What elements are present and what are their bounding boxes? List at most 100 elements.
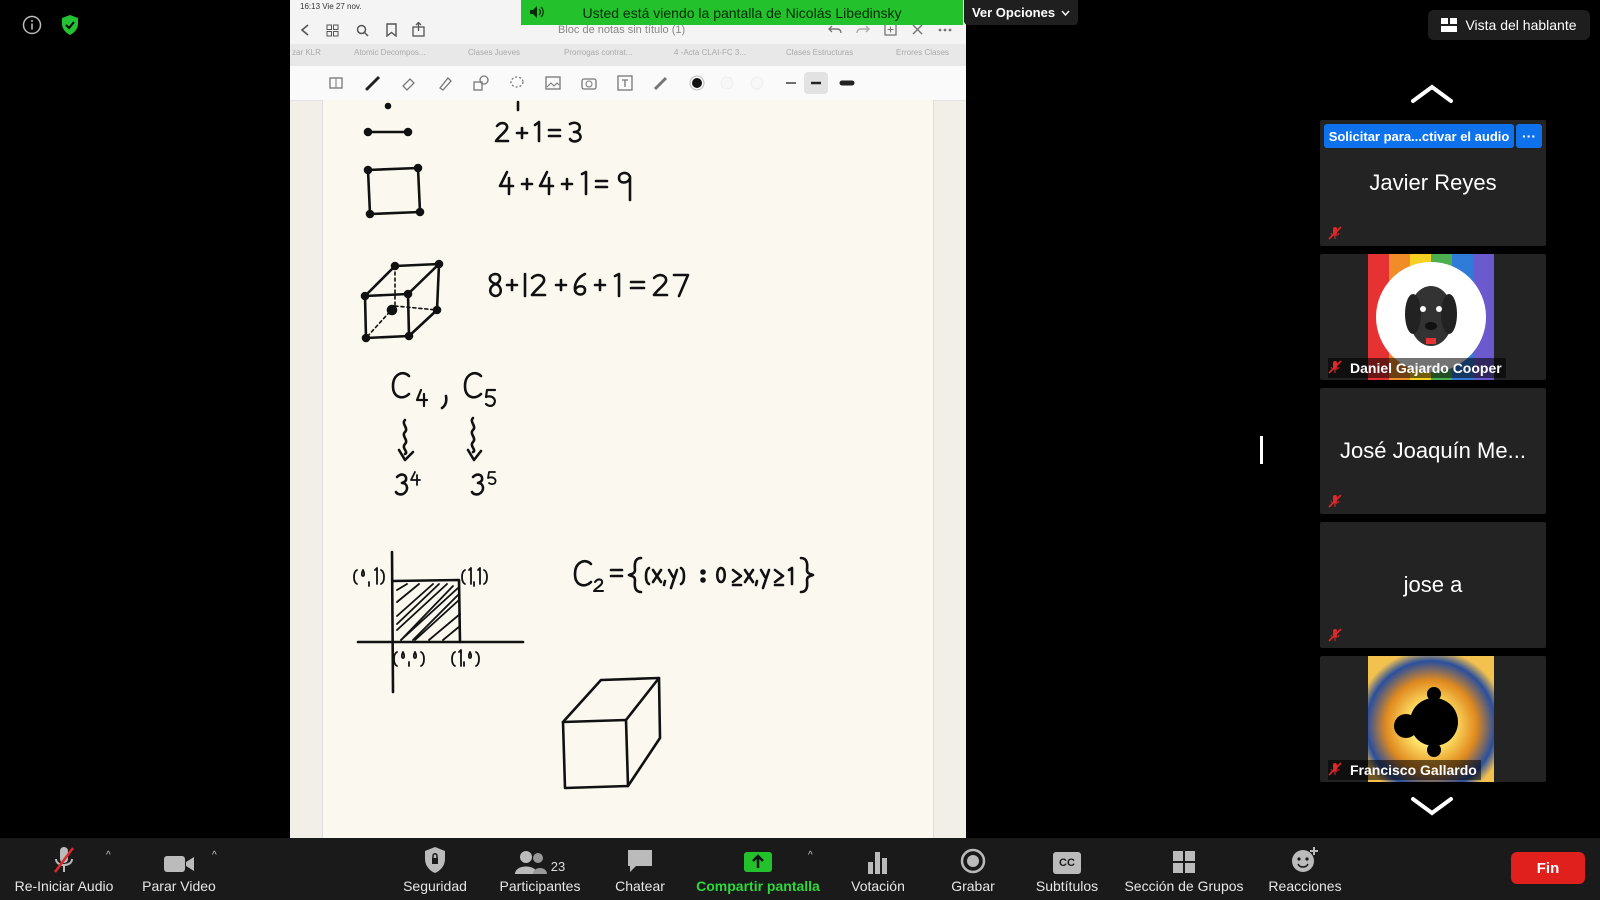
screen-share-banner: Usted está viendo la pantalla de Nicolás… <box>521 0 963 25</box>
notebook-title[interactable]: Bloc de notas sin título (1) <box>558 24 685 36</box>
stroke-thick-icon[interactable] <box>838 74 856 92</box>
notebook-page[interactable] <box>322 100 934 838</box>
more-icon[interactable] <box>938 28 952 32</box>
scroll-down-icon[interactable] <box>1410 796 1454 816</box>
scroll-up-icon[interactable] <box>1410 84 1454 104</box>
highlighter-icon[interactable] <box>436 74 454 92</box>
shield-check-icon[interactable] <box>55 10 85 40</box>
color-black-icon[interactable] <box>688 74 706 92</box>
back-icon[interactable] <box>300 24 310 36</box>
participant-tile[interactable]: Daniel Gajardo Cooper <box>1320 254 1546 380</box>
share-options-caret-icon[interactable]: ^ <box>808 850 813 861</box>
participants-icon <box>514 851 547 874</box>
poll-label: Votación <box>851 878 905 894</box>
ipad-tab[interactable]: Clases Estructuras <box>786 48 853 57</box>
end-meeting-button[interactable]: Fin <box>1511 852 1585 884</box>
muted-mic-icon <box>1328 360 1342 374</box>
stroke-thin-icon[interactable] <box>782 74 800 92</box>
participants-count: 23 <box>550 859 566 874</box>
breakout-rooms-label: Sección de Grupos <box>1124 878 1244 894</box>
participant-name: Javier Reyes <box>1369 170 1497 195</box>
participant-tile[interactable]: Solicitar para...ctivar el audio ··· Jav… <box>1320 120 1546 246</box>
ipad-tab-strip: zar KLR Atomic Decompos... Clases Jueves… <box>290 44 966 67</box>
ipad-tab[interactable]: zar KLR <box>292 48 321 57</box>
record-button[interactable]: Grabar <box>948 844 998 894</box>
shapes-icon[interactable] <box>472 74 490 92</box>
chevron-down-icon <box>1061 10 1070 16</box>
record-icon <box>960 848 986 874</box>
laser-pointer-icon[interactable] <box>652 74 670 92</box>
muted-mic-icon <box>1328 226 1342 240</box>
closed-captions-icon: CC <box>1053 852 1081 874</box>
stop-video-button[interactable]: Parar Video <box>136 844 222 894</box>
muted-mic-icon <box>1328 762 1342 776</box>
pen-icon[interactable] <box>364 74 382 92</box>
muted-mic-icon <box>1328 628 1342 642</box>
ipad-tab[interactable]: Clases Jueves <box>468 48 520 57</box>
record-label: Grabar <box>951 878 995 894</box>
speaker-view-button[interactable]: Vista del hablante <box>1428 10 1590 40</box>
participants-label: Participantes <box>499 878 581 894</box>
share-screen-label: Compartir pantalla <box>696 878 820 894</box>
stroke-medium-icon <box>811 81 821 85</box>
participant-tile[interactable]: José Joaquín Me... <box>1320 388 1546 514</box>
video-options-caret-icon[interactable]: ^ <box>212 850 217 861</box>
view-options-button[interactable]: Ver Opciones <box>964 0 1078 25</box>
security-shield-icon <box>425 847 445 873</box>
ipad-status-time: 16:13 Vie 27 nov. <box>300 2 362 11</box>
muted-mic-icon <box>54 847 74 873</box>
share-screen-button[interactable]: Compartir pantalla <box>694 844 822 894</box>
video-camera-icon <box>164 856 194 872</box>
participant-name: jose a <box>1403 572 1463 597</box>
eraser-icon[interactable] <box>400 74 418 92</box>
request-unmute-button[interactable]: Solicitar para...ctivar el audio <box>1324 124 1514 148</box>
poll-button[interactable]: Votación <box>846 844 910 894</box>
panel-resize-handle[interactable] <box>1260 436 1263 464</box>
drawing-toolbar <box>290 66 966 101</box>
grid-icon[interactable] <box>326 24 339 37</box>
participant-tile[interactable]: jose a <box>1320 522 1546 648</box>
participant-tile[interactable]: Francisco Gallardo <box>1320 656 1546 782</box>
redo-icon[interactable] <box>856 24 870 36</box>
read-mode-icon[interactable] <box>328 74 346 92</box>
close-icon[interactable] <box>912 24 923 35</box>
participant-name: Daniel Gajardo Cooper <box>1328 358 1506 378</box>
color-gray-icon[interactable] <box>748 74 766 92</box>
ipad-tab[interactable]: Atomic Decompos... <box>354 48 426 57</box>
ipad-tab[interactable]: Prorrogas contrat... <box>564 48 632 57</box>
search-icon[interactable] <box>356 24 369 37</box>
meeting-toolbar: Re-Iniciar Audio ^ Parar Video ^ Segurid… <box>0 838 1600 900</box>
more-options-button[interactable]: ··· <box>1516 124 1542 148</box>
bookmark-icon[interactable] <box>386 23 397 37</box>
chat-bubble-icon <box>628 850 652 872</box>
camera-icon[interactable] <box>580 74 598 92</box>
security-label: Seguridad <box>403 878 467 894</box>
text-icon[interactable] <box>616 74 634 92</box>
subtitles-button[interactable]: CC Subtítulos <box>1032 844 1102 894</box>
unmute-audio-label: Re-Iniciar Audio <box>14 878 114 894</box>
chat-button[interactable]: Chatear <box>610 844 670 894</box>
image-icon[interactable] <box>544 74 562 92</box>
breakout-rooms-button[interactable]: Sección de Grupos <box>1120 844 1248 894</box>
screen-share-banner-text: Usted está viendo la pantalla de Nicolás… <box>582 4 902 21</box>
shared-screen: 16:13 Vie 27 nov. Bloc de notas sin títu… <box>290 0 966 838</box>
unmute-audio-button[interactable]: Re-Iniciar Audio <box>12 844 116 894</box>
reactions-label: Reacciones <box>1268 878 1342 894</box>
reactions-button[interactable]: Reacciones <box>1264 844 1346 894</box>
ipad-tab[interactable]: 4 -Acta CLAI-FC 3... <box>674 48 746 57</box>
undo-icon[interactable] <box>828 24 842 36</box>
ipad-tab[interactable]: Errores Clases <box>896 48 949 57</box>
color-white-icon[interactable] <box>718 74 736 92</box>
security-button[interactable]: Seguridad <box>398 844 472 894</box>
audio-options-caret-icon[interactable]: ^ <box>106 850 111 861</box>
stop-video-label: Parar Video <box>142 878 216 894</box>
breakout-rooms-icon <box>1173 851 1195 873</box>
lasso-icon[interactable] <box>508 74 526 92</box>
info-icon[interactable] <box>17 10 47 40</box>
chat-label: Chatear <box>615 878 665 894</box>
stroke-medium-selected[interactable] <box>804 72 828 94</box>
subtitles-label: Subtítulos <box>1035 878 1099 894</box>
share-icon[interactable] <box>412 22 425 37</box>
view-options-label: Ver Opciones <box>971 5 1056 20</box>
participants-button[interactable]: 23 Participantes <box>492 844 588 894</box>
